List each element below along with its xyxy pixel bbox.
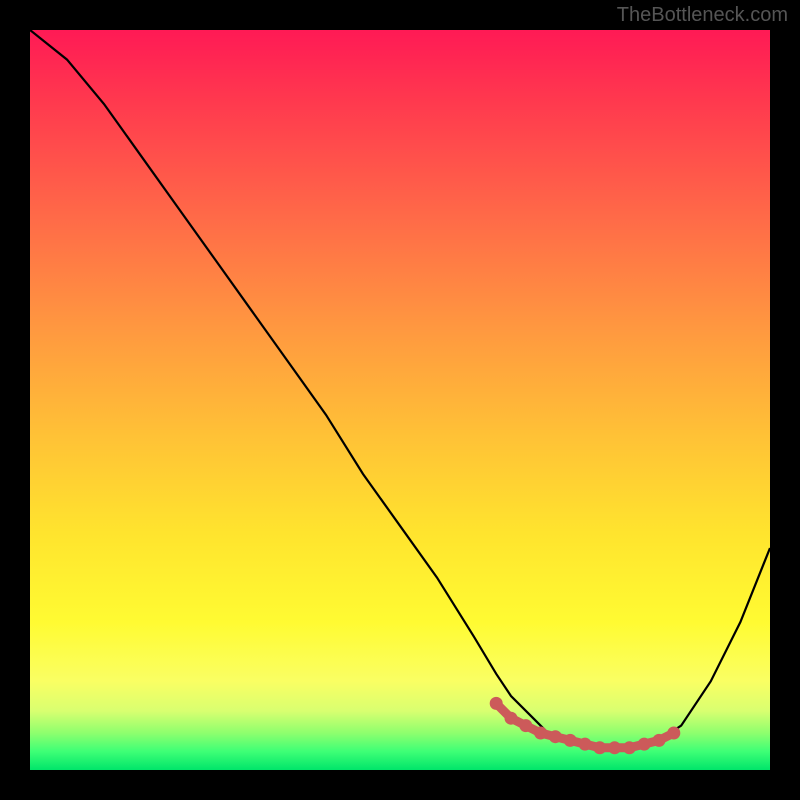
optimal-zone-dot	[490, 697, 503, 710]
optimal-zone-dot	[667, 727, 680, 740]
optimal-zone-dot	[653, 734, 666, 747]
chart-plot-area	[30, 30, 770, 770]
bottleneck-curve-path	[30, 30, 770, 748]
chart-svg	[30, 30, 770, 770]
optimal-zone-dot	[623, 741, 636, 754]
optimal-zone-dot	[505, 712, 518, 725]
optimal-zone-dot	[593, 741, 606, 754]
optimal-zone-dot	[564, 734, 577, 747]
watermark-label: TheBottleneck.com	[617, 4, 788, 27]
optimal-zone-dot	[638, 738, 651, 751]
optimal-zone-dot	[549, 730, 562, 743]
optimal-zone-dot	[579, 738, 592, 751]
optimal-zone-dot	[519, 719, 532, 732]
optimal-zone-markers	[490, 697, 681, 754]
optimal-zone-dot	[534, 727, 547, 740]
optimal-zone-dot	[608, 741, 621, 754]
